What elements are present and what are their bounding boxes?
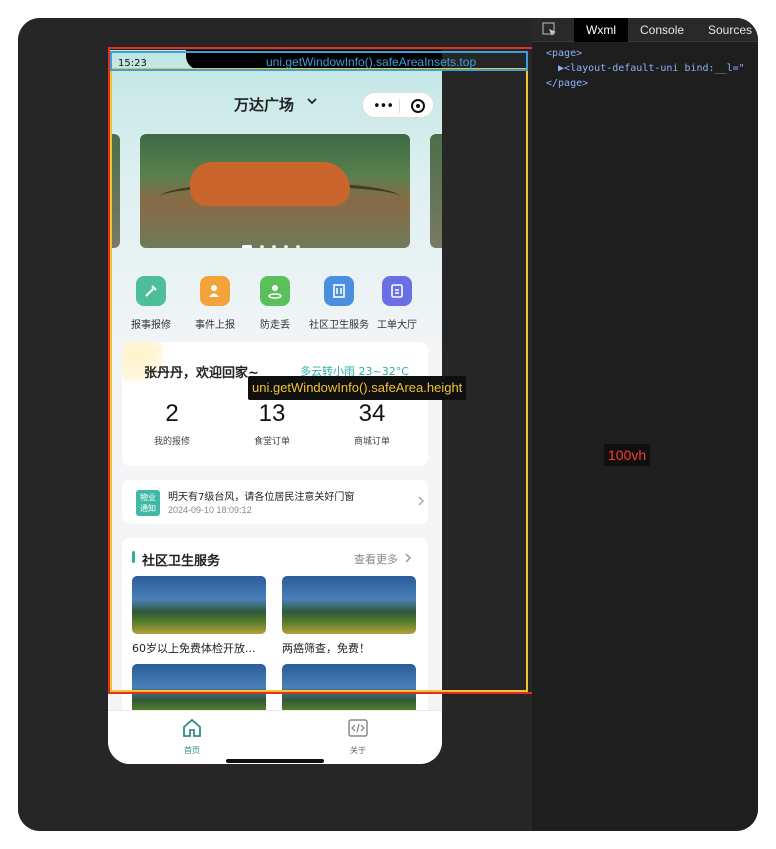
- wxml-line[interactable]: </page>: [546, 76, 745, 91]
- tab-bar: 首页 关于: [108, 710, 442, 764]
- devtools-panel: Wxml Console Sources <page> ▶<layout-def…: [532, 18, 758, 831]
- full-height-label: 100vh: [604, 444, 651, 466]
- safe-height-label: uni.getWindowInfo().safeArea.height: [248, 376, 467, 400]
- home-icon: [183, 718, 201, 737]
- tab-console[interactable]: Console: [640, 18, 684, 42]
- devtools-tabbar: Wxml Console Sources: [532, 18, 758, 42]
- safe-top-label: uni.getWindowInfo().safeAreaInsets.top: [266, 55, 477, 69]
- code-icon: [348, 719, 368, 737]
- devtools-window: 15:23 万达广场 ••• 报事报修 事件上报 防走丢 社区卫生服务 工单大厅…: [18, 18, 758, 831]
- wxml-line[interactable]: ▶<layout-default-uni bind:__l=": [546, 61, 745, 76]
- tab-label: 关于: [350, 746, 366, 755]
- wxml-tree: <page> ▶<layout-default-uni bind:__l=" </…: [546, 46, 745, 91]
- wxml-line[interactable]: <page>: [546, 46, 745, 61]
- simulator-area: 15:23 万达广场 ••• 报事报修 事件上报 防走丢 社区卫生服务 工单大厅…: [18, 18, 618, 831]
- inspect-element-icon[interactable]: [542, 22, 558, 38]
- tab-sources[interactable]: Sources: [708, 18, 752, 42]
- tab-wxml[interactable]: Wxml: [574, 18, 628, 42]
- tab-about[interactable]: 关于: [328, 717, 388, 756]
- home-indicator: [226, 759, 324, 763]
- tab-home[interactable]: 首页: [162, 717, 222, 756]
- tab-label: 首页: [184, 746, 200, 755]
